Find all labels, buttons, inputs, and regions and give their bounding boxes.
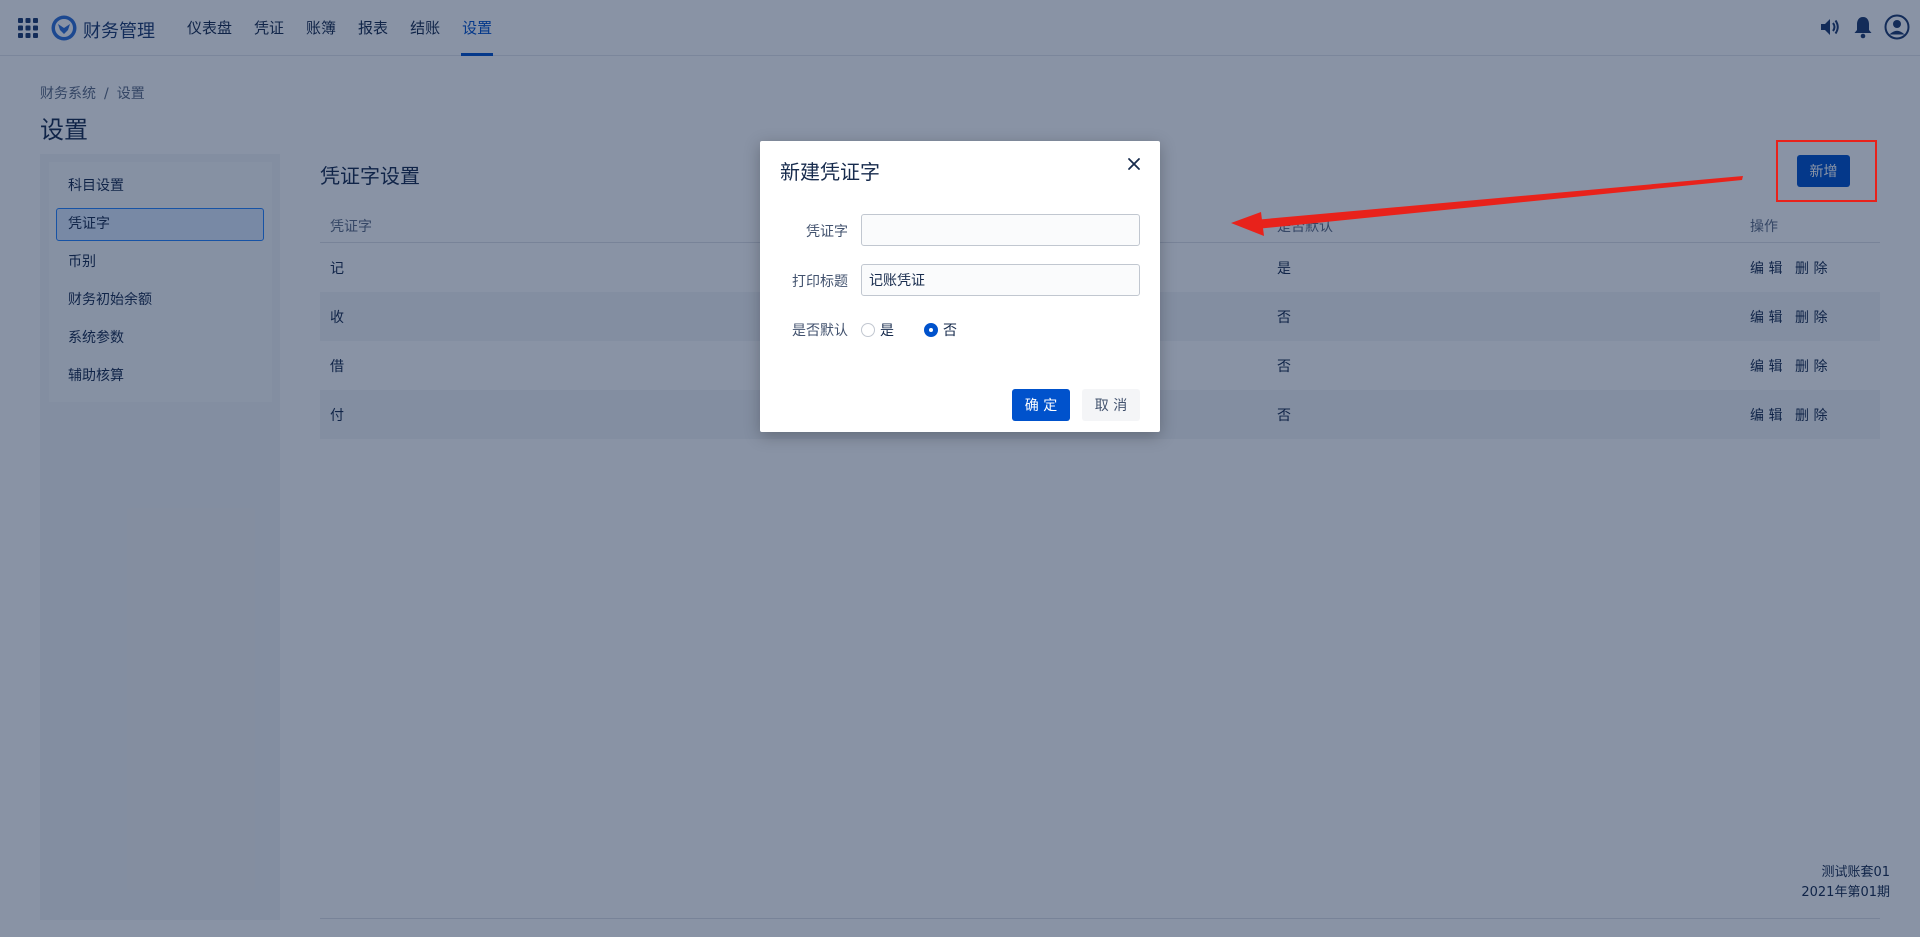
radio-no-label: 否 [943, 323, 957, 339]
cancel-button[interactable]: 取 消 [1082, 389, 1140, 421]
annotation-highlight-box [1776, 140, 1877, 202]
is-default-radio-group: 是 否 [861, 320, 957, 340]
radio-yes-label: 是 [880, 323, 894, 339]
print-title-label: 打印标题 [792, 274, 848, 290]
radio-yes[interactable]: 是 [861, 320, 894, 340]
radio-yes-circle[interactable] [861, 323, 875, 337]
radio-no-circle[interactable] [924, 323, 938, 337]
radio-no[interactable]: 否 [924, 320, 957, 340]
new-voucher-word-dialog: 新建凭证字 凭证字 打印标题 是否默认 是 否 确 定 取 消 [760, 141, 1160, 432]
is-default-label: 是否默认 [792, 323, 848, 339]
dialog-title: 新建凭证字 [780, 160, 880, 184]
voucher-word-label: 凭证字 [806, 224, 848, 240]
confirm-button[interactable]: 确 定 [1012, 389, 1070, 421]
close-icon[interactable] [1126, 156, 1142, 172]
print-title-input[interactable] [861, 264, 1140, 296]
voucher-word-input[interactable] [861, 214, 1140, 246]
